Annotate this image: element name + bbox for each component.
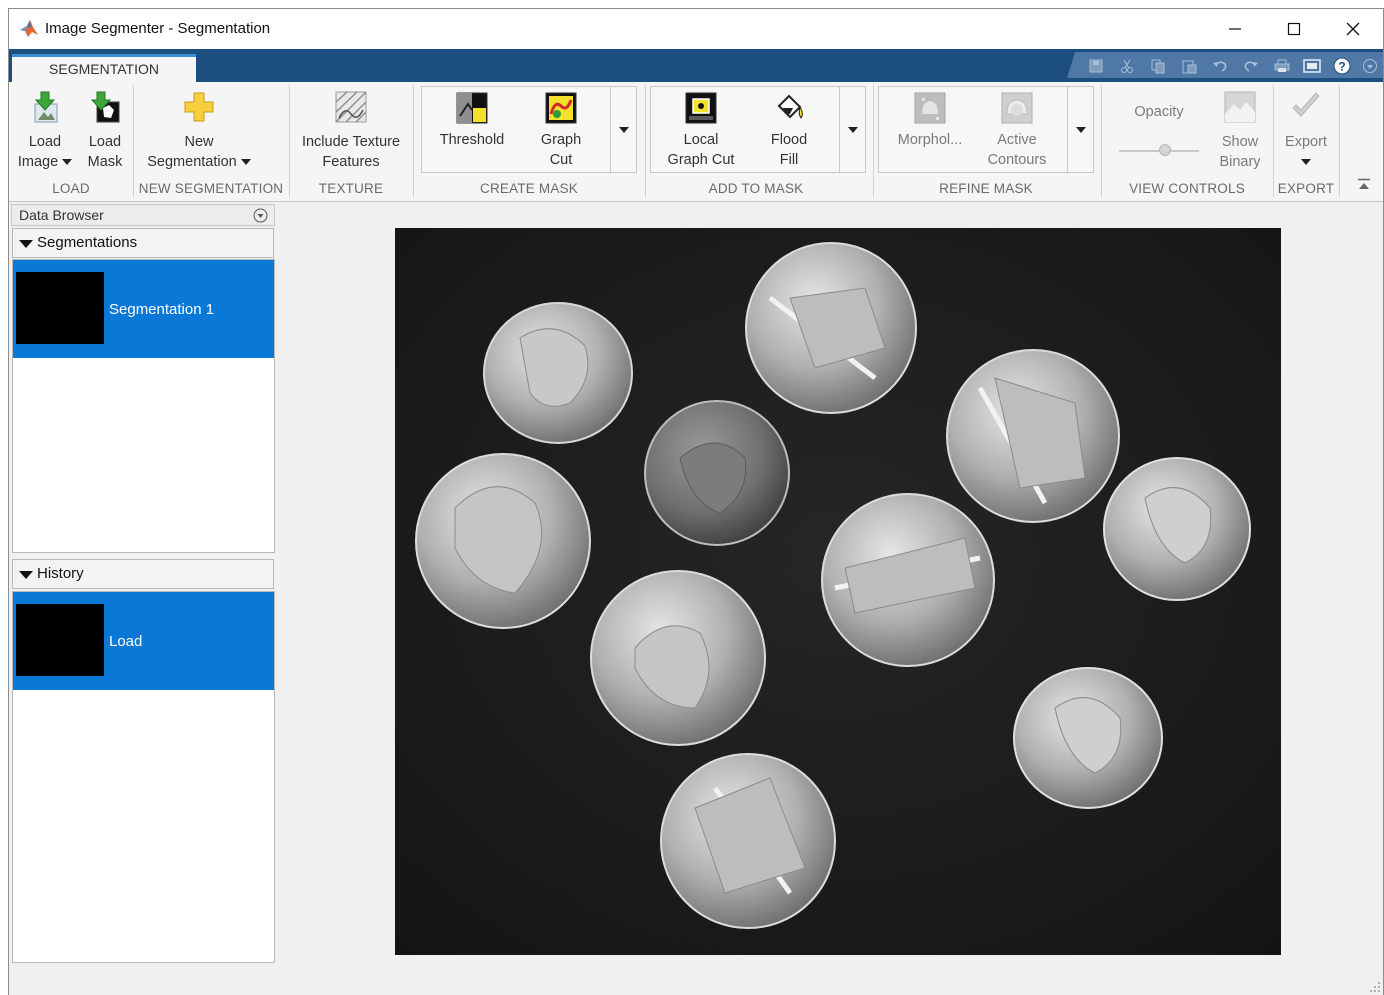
dropdown-caret-icon: [1301, 159, 1311, 166]
threshold-icon: [456, 92, 488, 124]
minimize-icon: [1229, 28, 1241, 30]
title-bar: Image Segmenter - Segmentation: [9, 9, 1383, 49]
dropdown-caret-icon: [62, 159, 73, 166]
show-binary-icon: [1224, 91, 1256, 123]
load-mask-button[interactable]: Load Mask: [81, 90, 129, 172]
image-display[interactable]: [395, 228, 1281, 955]
svg-text:?: ?: [1338, 59, 1345, 73]
maximize-button[interactable]: [1265, 9, 1323, 49]
segmentations-list: Segmentation 1: [12, 259, 275, 553]
coin: [745, 242, 917, 414]
segmentation-list-item[interactable]: Segmentation 1: [13, 260, 274, 358]
coin: [946, 349, 1120, 523]
cut-icon[interactable]: [1118, 57, 1136, 74]
segmentations-header[interactable]: Segmentations: [12, 228, 274, 258]
minimize-button[interactable]: [1206, 9, 1264, 49]
opacity-label: Opacity: [1134, 104, 1184, 120]
undo-icon[interactable]: [1211, 57, 1229, 74]
app-window: Image Segmenter - Segmentation SEGMENTAT…: [8, 8, 1384, 995]
texture-icon: [335, 91, 367, 123]
export-button[interactable]: Export: [1275, 90, 1337, 172]
show-binary-button[interactable]: Show Binary: [1211, 90, 1269, 172]
paint-bucket-icon: [777, 94, 803, 119]
section-label-load: LOAD: [52, 181, 90, 196]
section-label-new-segmentation: NEW SEGMENTATION: [138, 181, 284, 196]
close-button[interactable]: [1324, 9, 1382, 49]
segmentation-label: Segmentation 1: [109, 301, 215, 318]
new-segmentation-button[interactable]: New Segmentation: [139, 90, 259, 172]
create-mask-gallery-expand[interactable]: [611, 86, 637, 173]
history-list-item[interactable]: Load: [13, 592, 274, 690]
coin: [483, 302, 633, 444]
section-label-view-controls: VIEW CONTROLS: [1129, 181, 1245, 196]
copy-icon[interactable]: [1149, 57, 1167, 74]
section-label-export: EXPORT: [1277, 181, 1335, 196]
refine-mask-gallery-expand[interactable]: [1068, 86, 1094, 173]
active-contours-icon: [1001, 92, 1033, 124]
coin: [821, 493, 995, 667]
history-header[interactable]: History: [12, 559, 274, 589]
morphology-button[interactable]: Morphol...: [885, 92, 975, 150]
close-icon: [1346, 22, 1360, 36]
window-layout-icon[interactable]: [1303, 57, 1321, 74]
help-icon[interactable]: ?: [1333, 57, 1351, 74]
morphology-icon: [914, 92, 946, 124]
local-graph-cut-icon: [685, 92, 717, 124]
panel-options-icon[interactable]: [253, 208, 268, 223]
collapse-triangle-icon: [19, 240, 33, 248]
opacity-slider-thumb[interactable]: [1159, 144, 1171, 156]
coin: [1013, 667, 1163, 809]
checkmark-icon: [1292, 92, 1320, 117]
graph-cut-button[interactable]: Graph Cut: [525, 92, 597, 170]
matlab-logo-icon: [20, 20, 38, 37]
window-title: Image Segmenter - Segmentation: [45, 20, 271, 37]
ribbon-divider: [1339, 85, 1340, 197]
plus-icon: [184, 92, 214, 122]
save-icon[interactable]: [1087, 57, 1105, 74]
dropdown-caret-icon: [240, 159, 251, 166]
section-label-refine-mask: REFINE MASK: [939, 181, 1033, 196]
collapse-up-icon: [1358, 178, 1370, 189]
paste-icon[interactable]: [1180, 57, 1198, 74]
redo-icon[interactable]: [1242, 57, 1260, 74]
section-label-texture: TEXTURE: [318, 181, 384, 196]
coin: [590, 570, 766, 746]
coin: [660, 753, 836, 929]
chevron-down-icon: [847, 126, 858, 133]
section-label-add-to-mask: ADD TO MASK: [708, 181, 804, 196]
coin: [415, 453, 591, 629]
tab-segmentation[interactable]: SEGMENTATION: [12, 54, 196, 82]
history-thumbnail: [16, 604, 104, 676]
resize-grip-icon[interactable]: [1369, 981, 1381, 993]
load-mask-icon: [90, 91, 120, 123]
history-label: Load: [109, 633, 143, 650]
options-icon[interactable]: [1361, 57, 1379, 74]
active-contours-button[interactable]: Active Contours: [981, 92, 1053, 170]
coin: [1103, 457, 1251, 601]
chevron-down-icon: [1075, 126, 1086, 133]
segmentation-thumbnail: [16, 272, 104, 344]
maximize-icon: [1287, 22, 1301, 36]
local-graph-cut-button[interactable]: Local Graph Cut: [657, 92, 745, 170]
graph-cut-icon: [545, 92, 577, 124]
history-list: Load: [12, 591, 275, 963]
toolstrip-ribbon: Load Image Load Mask LOAD New Segmentati…: [9, 82, 1383, 202]
chevron-down-icon: [618, 126, 629, 133]
collapse-triangle-icon: [19, 571, 33, 579]
section-label-create-mask: CREATE MASK: [480, 181, 578, 196]
coin: [644, 400, 790, 546]
print-icon[interactable]: [1273, 57, 1291, 74]
threshold-button[interactable]: Threshold: [427, 92, 517, 150]
flood-fill-button[interactable]: Flood Fill: [755, 92, 823, 170]
load-image-icon: [34, 91, 58, 123]
collapse-ribbon-button[interactable]: [1357, 178, 1371, 192]
include-texture-features-button[interactable]: Include Texture Features: [295, 90, 407, 172]
add-to-mask-gallery-expand[interactable]: [840, 86, 866, 173]
tab-strip: SEGMENTATION ?: [9, 49, 1383, 82]
load-image-button[interactable]: Load Image: [15, 90, 75, 172]
data-browser-header: Data Browser: [11, 204, 275, 226]
coins-image: [395, 228, 1281, 955]
quick-access-toolbar: ?: [1067, 52, 1383, 78]
